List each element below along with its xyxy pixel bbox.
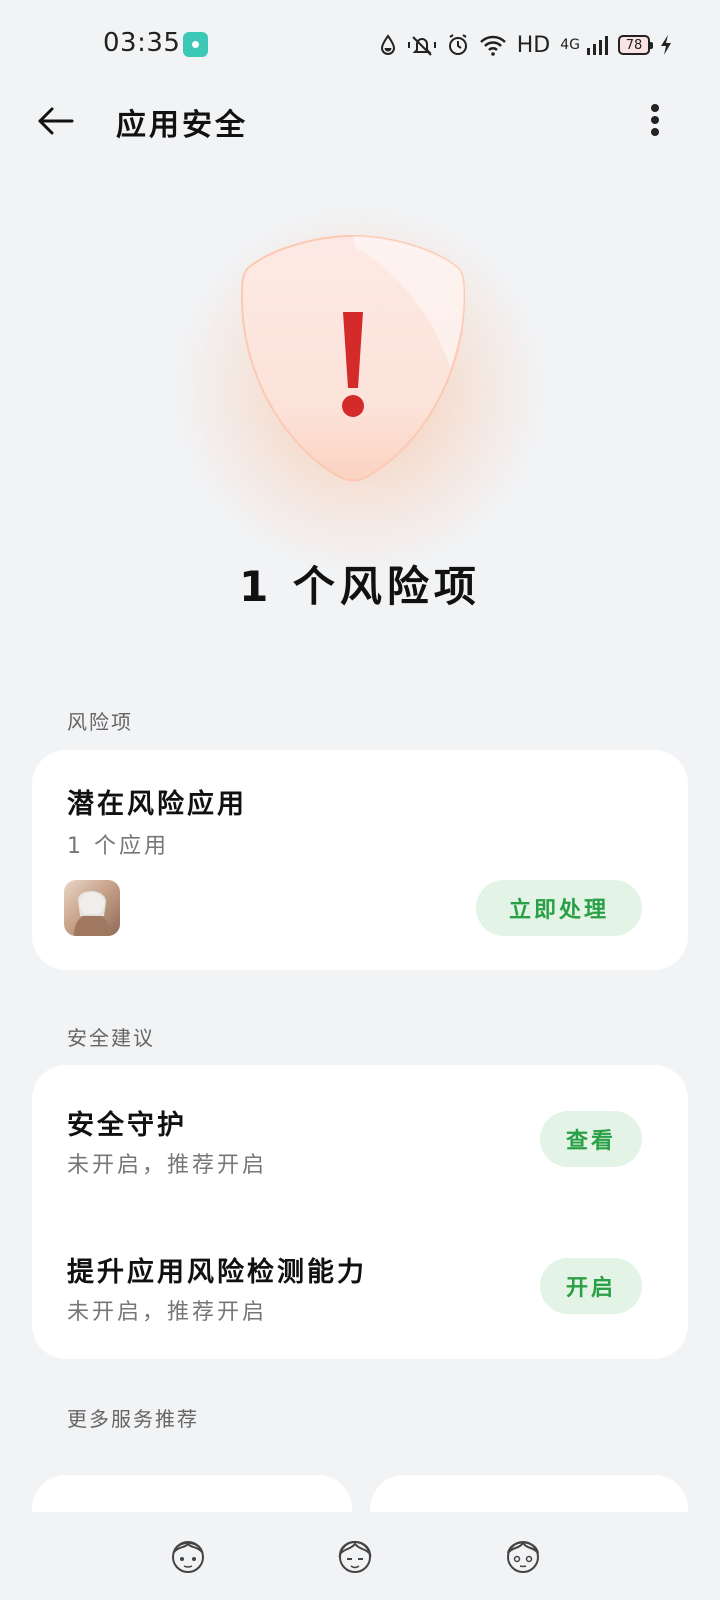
advice-item-title: 安全守护 <box>67 1110 187 1141</box>
more-button[interactable] <box>630 95 680 145</box>
data-saver-icon <box>379 34 397 56</box>
network-hd-label: HD <box>516 32 551 58</box>
app-avatar-icon[interactable] <box>64 880 120 936</box>
risk-app-card[interactable]: 潜在风险应用 1 个应用 立即处理 <box>32 750 688 970</box>
more-vert-icon <box>651 104 659 136</box>
signal-icon <box>586 34 608 56</box>
charging-icon <box>660 34 672 56</box>
view-button[interactable]: 查看 <box>540 1111 642 1167</box>
alarm-icon <box>447 34 469 56</box>
bottom-nav <box>0 1512 720 1600</box>
advice-item-subtitle: 未开启，推荐开启 <box>67 1300 268 1325</box>
card-subtitle: 1 个应用 <box>67 834 169 859</box>
advice-card: 安全守护 未开启，推荐开启 查看 提升应用风险检测能力 未开启，推荐开启 开启 <box>32 1065 688 1359</box>
nav-icon-2[interactable] <box>332 1532 378 1578</box>
advice-item-title: 提升应用风险检测能力 <box>67 1257 367 1288</box>
battery-icon: 78 <box>618 35 653 55</box>
section-label-advice: 安全建议 <box>67 1026 155 1050</box>
wifi-icon <box>479 34 507 56</box>
nav-icon-1[interactable] <box>165 1532 211 1578</box>
page-title: 应用安全 <box>116 108 248 143</box>
advice-item-subtitle: 未开启，推荐开启 <box>67 1153 268 1178</box>
handle-now-button[interactable]: 立即处理 <box>476 880 642 936</box>
card-title: 潜在风险应用 <box>67 789 247 820</box>
app-bar: 应用安全 <box>0 85 720 155</box>
hero <box>0 170 720 580</box>
network-type-label: 4G <box>560 37 580 53</box>
back-button[interactable] <box>30 95 82 147</box>
nav-icon-3[interactable] <box>500 1532 546 1578</box>
status-bar: 03:35 HD 4G 78 <box>0 0 720 90</box>
battery-level: 78 <box>625 37 643 53</box>
status-time: 03:35 <box>103 28 181 58</box>
back-arrow-icon <box>38 107 74 135</box>
mute-icon <box>407 34 437 56</box>
shield-warning-icon <box>240 234 466 482</box>
section-label-more: 更多服务推荐 <box>67 1407 199 1431</box>
risk-summary: 1 个风险项 <box>239 562 481 611</box>
music-app-icon <box>183 32 208 57</box>
status-icons: HD 4G 78 <box>379 30 672 60</box>
section-label-risk: 风险项 <box>67 710 133 734</box>
enable-button[interactable]: 开启 <box>540 1258 642 1314</box>
